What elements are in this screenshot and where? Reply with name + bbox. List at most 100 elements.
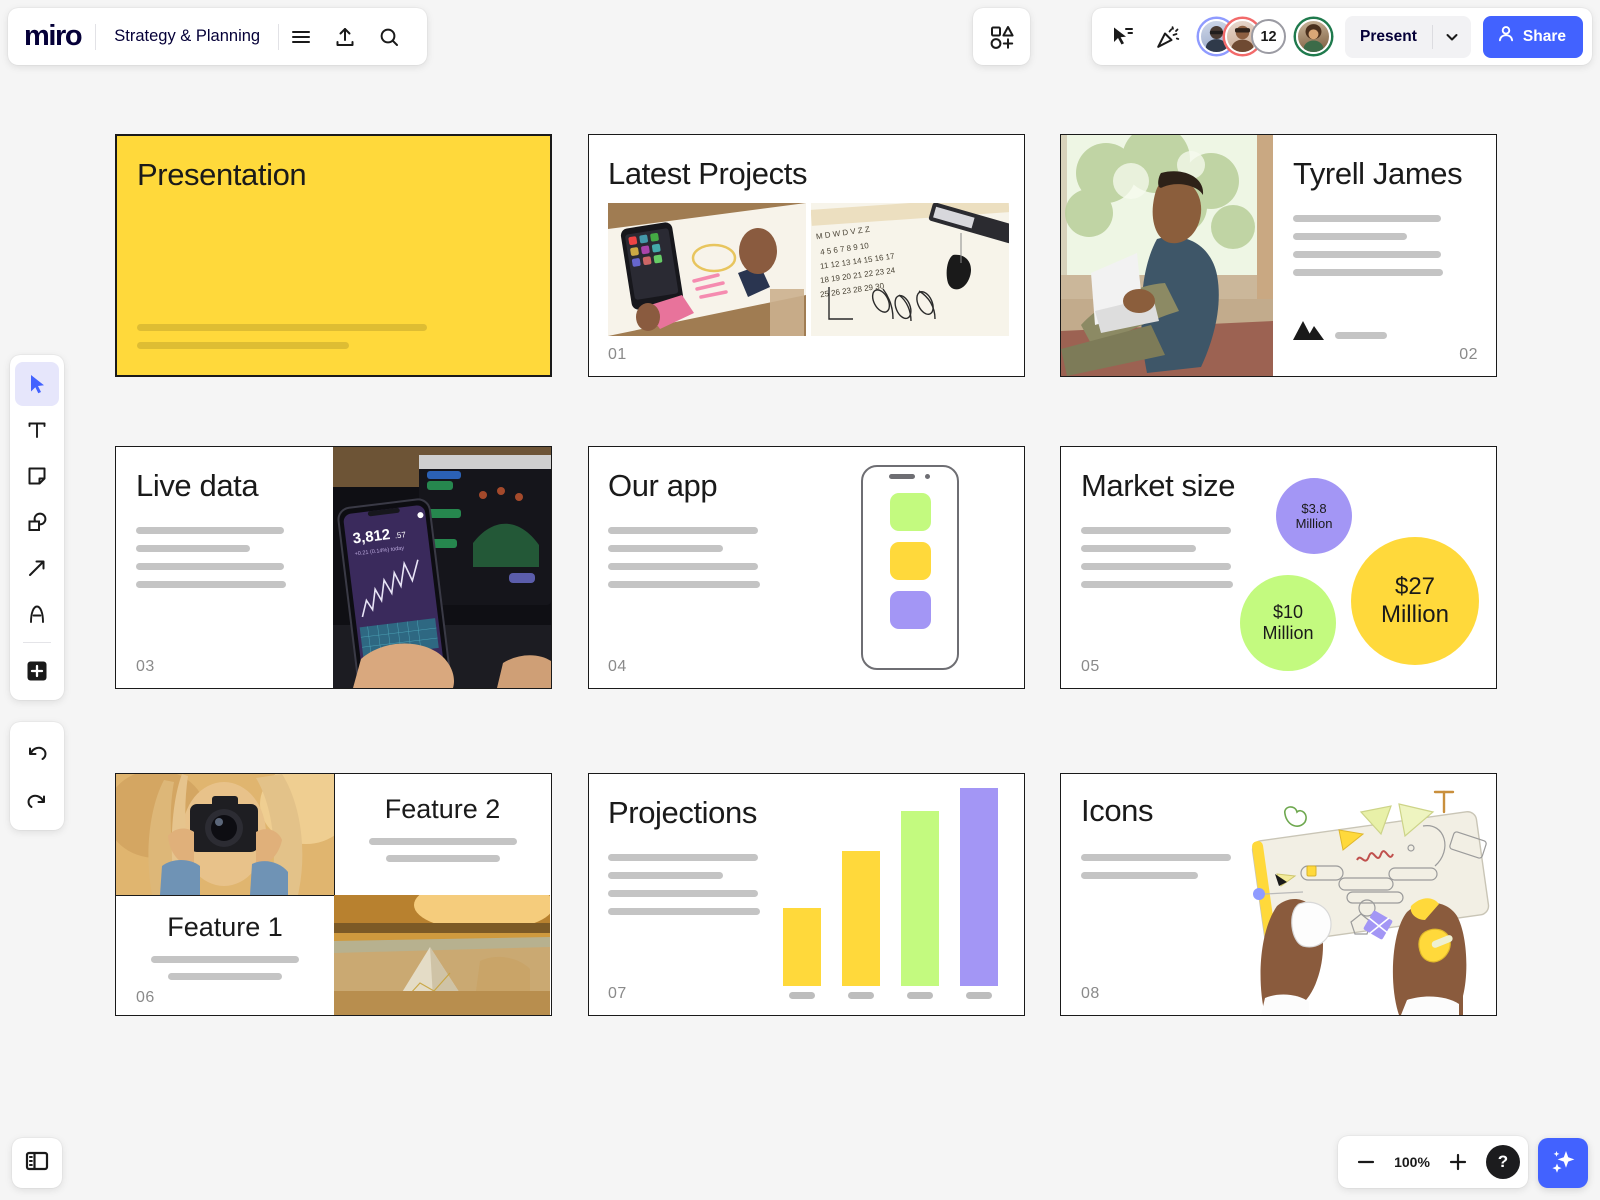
slide-text-placeholder [1293, 215, 1443, 276]
slide-title: Tyrell James [1293, 156, 1462, 192]
phone-camera-dot [925, 474, 930, 479]
phone-speaker [889, 474, 915, 479]
miro-logo[interactable]: miro [24, 20, 95, 53]
help-button[interactable]: ? [1486, 1145, 1520, 1179]
sticker-shapes-icon[interactable] [973, 8, 1030, 65]
market-bubble-medium: $10 Million [1240, 575, 1336, 671]
side-panel-toggle-button[interactable] [12, 1138, 62, 1188]
board-title[interactable]: Strategy & Planning [96, 27, 278, 46]
market-bubble-large: $27 Million [1351, 537, 1479, 665]
slide-card-tyrell-james[interactable]: Tyrell James 02 [1060, 134, 1497, 377]
share-button[interactable]: Share [1483, 16, 1583, 58]
slide-title: Live data [136, 468, 258, 504]
chart-bar [842, 851, 880, 986]
chart-x-label [907, 992, 933, 999]
chart-x-label [789, 992, 815, 999]
feature-text-placeholder [369, 838, 517, 845]
avatar-current-user[interactable] [1296, 19, 1331, 54]
feature-one-title: Feature 1 [116, 896, 334, 943]
zoom-level-value[interactable]: 100% [1388, 1154, 1436, 1170]
text-tool[interactable] [15, 408, 59, 452]
slide-number: 08 [1081, 985, 1100, 1003]
slide-number: 06 [136, 989, 155, 1007]
side-panel-icon [24, 1148, 50, 1179]
slide-card-market-size[interactable]: Market size $3.8 Million $10 Million $27… [1060, 446, 1497, 689]
slide-number: 01 [608, 346, 627, 364]
phone-mockup [861, 465, 959, 670]
connector-tool[interactable] [15, 546, 59, 590]
slide-title: Our app [608, 468, 717, 504]
market-bubble-small: $3.8 Million [1276, 478, 1352, 554]
svg-text:.57: .57 [394, 530, 407, 540]
chart-x-label [966, 992, 992, 999]
present-button-group[interactable]: Present [1345, 16, 1471, 58]
market-bubble-value: $3.8 [1301, 501, 1326, 516]
slide-image-trading-phone: 3,812 .57 +0.21 (0.14%) today [333, 447, 551, 688]
feature-two-panel: Feature 2 [334, 774, 550, 895]
slide-logo-placeholder [1335, 332, 1387, 339]
collaborator-count-badge[interactable]: 12 [1251, 19, 1286, 54]
slide-title: Presentation [137, 157, 306, 193]
more-apps-tool[interactable] [15, 649, 59, 693]
chart-bar [901, 811, 939, 986]
pen-tool[interactable] [15, 592, 59, 636]
hamburger-menu-icon[interactable] [279, 15, 323, 59]
market-bubble-value: $10 [1273, 602, 1303, 623]
slide-image-calendar-marker: M D W D V Z Z 4 5 6 7 8 9 10 11 12 13 14… [811, 203, 1009, 336]
search-icon[interactable] [367, 15, 411, 59]
chart-x-label [848, 992, 874, 999]
sticky-note-tool[interactable] [15, 454, 59, 498]
app-tile-yellow [890, 542, 931, 580]
zoom-out-button[interactable] [1346, 1142, 1386, 1182]
undo-icon[interactable] [15, 730, 59, 774]
upload-icon[interactable] [323, 15, 367, 59]
slide-title: Latest Projects [608, 156, 807, 192]
feature-text-placeholder [168, 973, 282, 980]
redo-icon[interactable] [15, 778, 59, 822]
miro-board-canvas[interactable]: miro Strategy & Planning [0, 0, 1600, 1200]
market-bubble-unit: Million [1296, 516, 1333, 531]
slide-card-icons[interactable]: Icons [1060, 773, 1497, 1016]
zoom-controls: 100% ? [1338, 1136, 1528, 1188]
slide-card-live-data[interactable]: Live data 03 [115, 446, 552, 689]
market-bubble-unit: Million [1381, 601, 1449, 629]
slide-card-features[interactable]: Feature 2 Feature 1 06 [115, 773, 552, 1016]
slide-card-our-app[interactable]: Our app 04 [588, 446, 1025, 689]
feature-text-placeholder [151, 956, 299, 963]
slide-text-placeholder [608, 854, 760, 915]
slide-image-photographer [116, 774, 334, 895]
party-popper-icon[interactable] [1147, 16, 1189, 58]
mountain-icon [1293, 319, 1325, 346]
market-bubble-value: $27 [1395, 573, 1435, 601]
slide-number: 07 [608, 985, 627, 1003]
select-tool[interactable] [15, 362, 59, 406]
chart-bar [960, 788, 998, 986]
slide-card-presentation[interactable]: Presentation [115, 134, 552, 377]
slide-image-desert-road [334, 895, 550, 1015]
history-toolbar [10, 722, 64, 830]
app-tile-green [890, 493, 931, 531]
collaboration-toolbar: 12 Present Share [1092, 8, 1592, 65]
share-button-label: Share [1523, 28, 1566, 46]
slide-image-phone-sketch [608, 203, 806, 336]
feature-text-placeholder [386, 855, 500, 862]
chevron-down-icon[interactable] [1433, 29, 1471, 45]
slide-text-placeholder [608, 527, 760, 588]
slide-card-latest-projects[interactable]: Latest Projects [588, 134, 1025, 377]
cursor-share-icon[interactable] [1101, 16, 1143, 58]
collaborator-avatars[interactable]: 12 [1199, 19, 1331, 54]
slide-text-placeholder [1081, 527, 1233, 588]
divider [23, 642, 51, 643]
slide-title: Icons [1081, 793, 1153, 829]
app-tile-purple [890, 591, 931, 629]
ai-assistant-button[interactable] [1538, 1138, 1588, 1188]
zoom-in-button[interactable] [1438, 1142, 1478, 1182]
shapes-tool[interactable] [15, 500, 59, 544]
present-button[interactable]: Present [1345, 28, 1432, 46]
slide-text-placeholder [137, 324, 427, 349]
slide-card-projections[interactable]: Projections 07 [588, 773, 1025, 1016]
app-header-bar: miro Strategy & Planning [8, 8, 427, 65]
projections-bar-chart [779, 788, 1017, 986]
slide-number: 05 [1081, 658, 1100, 676]
ai-sparkle-icon [1549, 1147, 1577, 1180]
